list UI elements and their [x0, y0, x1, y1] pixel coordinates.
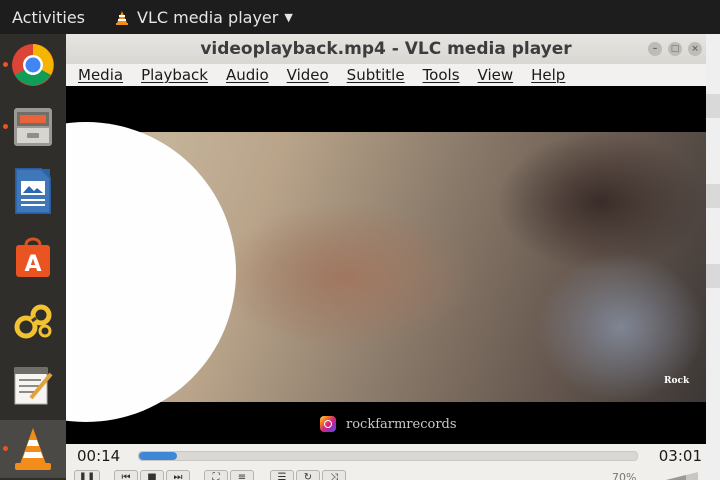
loop-button[interactable]: ↻	[296, 470, 320, 480]
vlc-window: videoplayback.mp4 - VLC media player – □…	[66, 34, 706, 480]
instagram-watermark: rockfarmrecords	[320, 416, 457, 432]
dock-item-chrome[interactable]	[0, 36, 66, 94]
dock-item-text-editor[interactable]	[0, 356, 66, 414]
dock-item-settings[interactable]	[0, 292, 66, 350]
menu-subtitle[interactable]: Subtitle	[347, 66, 405, 84]
vlc-cone-icon	[116, 10, 128, 25]
window-title: videoplayback.mp4 - VLC media player	[200, 39, 572, 59]
maximize-icon[interactable]: □	[668, 42, 682, 56]
video-frame: Rock	[66, 122, 706, 422]
settings-icon	[14, 304, 52, 339]
seek-bar[interactable]	[138, 451, 638, 461]
menu-help[interactable]: Help	[531, 66, 565, 84]
volume-slider[interactable]	[658, 472, 698, 480]
background-window	[706, 34, 720, 480]
activities-button[interactable]: Activities	[12, 8, 85, 27]
playlist-button[interactable]: ☰	[270, 470, 294, 480]
running-indicator	[3, 446, 8, 451]
volume-level: 70%	[612, 471, 637, 480]
elapsed-time: 00:14	[77, 447, 121, 465]
pause-button[interactable]: ❚❚	[74, 470, 100, 480]
control-bar: ❚❚ ⏮ ■ ⏭ ⛶ ≡ ☰ ↻ ⤨ 70%	[66, 468, 706, 480]
menu-view[interactable]: View	[478, 66, 514, 84]
menu-audio[interactable]: Audio	[226, 66, 269, 84]
video-area[interactable]: Rock rockfarmrecords	[66, 86, 706, 444]
window-controls: – □ ×	[648, 42, 702, 56]
svg-text:A: A	[24, 252, 41, 277]
next-button[interactable]: ⏭	[166, 470, 190, 480]
dock-item-vlc[interactable]	[0, 420, 66, 478]
rock-logo: Rock	[664, 376, 690, 386]
text-editor-icon	[14, 367, 53, 405]
white-shape	[66, 122, 236, 422]
shuffle-button[interactable]: ⤨	[322, 470, 346, 480]
total-time: 03:01	[658, 447, 702, 465]
software-center-icon: A	[16, 237, 50, 277]
previous-button[interactable]: ⏮	[114, 470, 138, 480]
menu-playback[interactable]: Playback	[141, 66, 208, 84]
seek-progress	[139, 452, 178, 460]
file-manager-icon	[14, 108, 52, 146]
menu-tools[interactable]: Tools	[423, 66, 460, 84]
extended-settings-button[interactable]: ≡	[230, 470, 254, 480]
menu-video[interactable]: Video	[287, 66, 329, 84]
menu-bar: Media Playback Audio Video Subtitle Tool…	[66, 64, 706, 86]
app-menu[interactable]: VLC media player ▼	[114, 8, 293, 27]
dock-item-writer[interactable]	[0, 162, 66, 220]
chevron-down-icon: ▼	[284, 11, 293, 24]
fullscreen-button[interactable]: ⛶	[204, 470, 228, 480]
stop-button[interactable]: ■	[140, 470, 164, 480]
top-bar: Activities VLC media player ▼	[0, 0, 720, 34]
writer-icon	[15, 168, 51, 214]
close-icon[interactable]: ×	[688, 42, 702, 56]
minimize-icon[interactable]: –	[648, 42, 662, 56]
dock-item-files[interactable]	[0, 98, 66, 156]
menu-media[interactable]: Media	[78, 66, 123, 84]
chrome-icon	[12, 44, 54, 86]
dock: A	[0, 34, 66, 480]
watermark-text: rockfarmrecords	[346, 416, 457, 432]
timeline: 00:14 03:01	[66, 444, 706, 468]
dock-item-software[interactable]: A	[0, 228, 66, 286]
window-titlebar[interactable]: videoplayback.mp4 - VLC media player – □…	[66, 34, 706, 64]
instagram-icon	[320, 416, 336, 432]
running-indicator	[3, 124, 8, 129]
running-indicator	[3, 62, 8, 67]
app-menu-label: VLC media player	[137, 8, 279, 27]
vlc-icon	[15, 428, 51, 470]
